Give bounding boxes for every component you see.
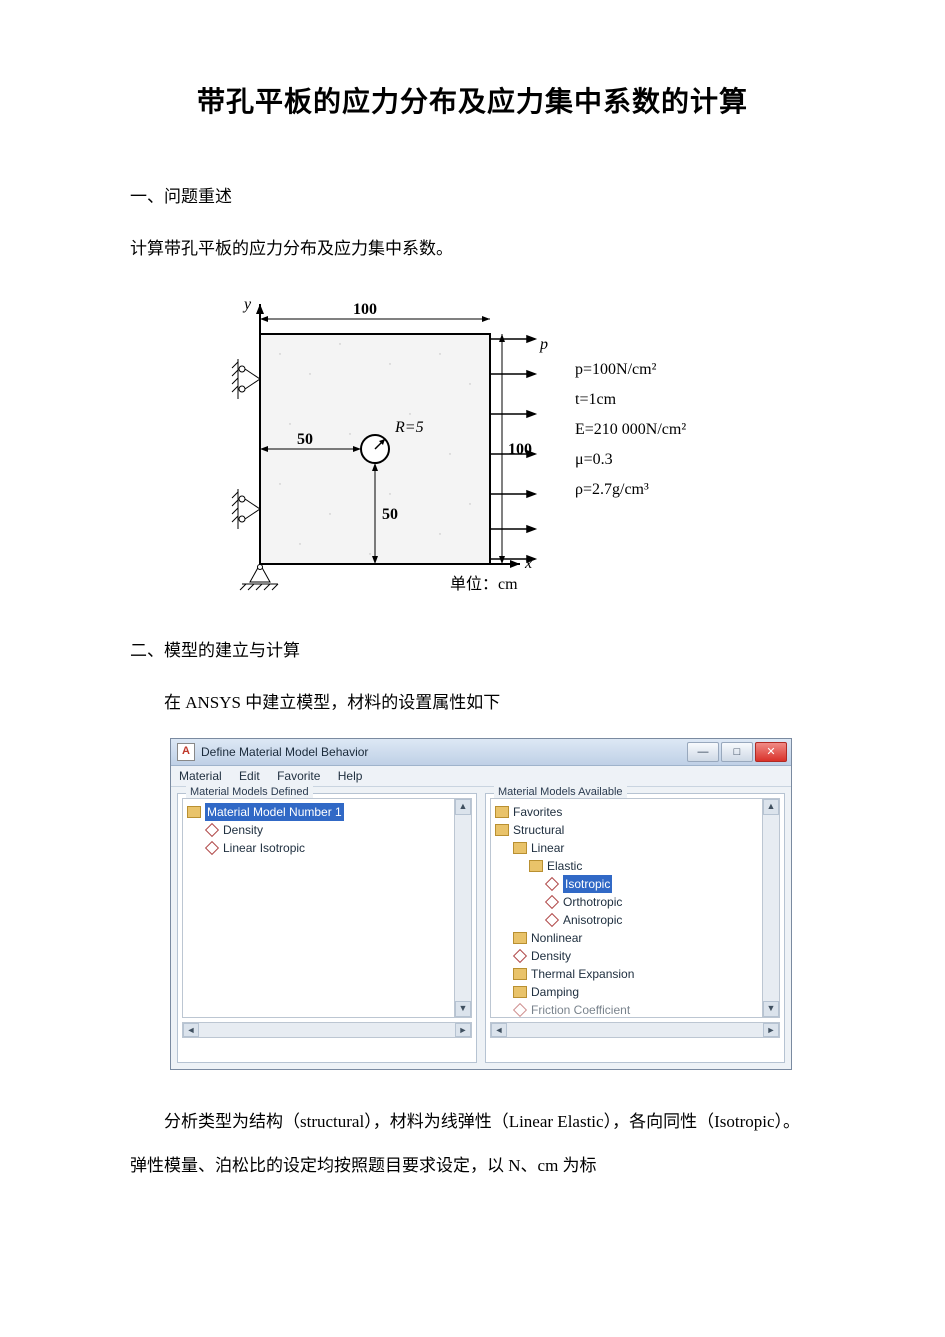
materials-defined-title: Material Models Defined [186, 786, 313, 798]
scroll-up-icon[interactable]: ▲ [763, 799, 779, 815]
folder-icon [513, 932, 527, 944]
left-dimension: 50 [297, 431, 313, 448]
horizontal-scrollbar[interactable]: ◄ ► [490, 1022, 780, 1038]
node-icon [545, 895, 559, 909]
tree-item-nonlinear[interactable]: Nonlinear [495, 929, 775, 947]
scroll-down-icon[interactable]: ▼ [763, 1001, 779, 1017]
unit-label: 单位：cm [450, 575, 518, 593]
menu-help[interactable]: Help [338, 769, 363, 783]
tree-item-label: Elastic [547, 857, 582, 875]
tree-item-label: Isotropic [563, 875, 612, 893]
tree-item-density[interactable]: Density [495, 947, 775, 965]
folder-icon [187, 806, 201, 818]
tree-item-label: Anisotropic [563, 911, 622, 929]
scroll-right-icon[interactable]: ► [763, 1023, 779, 1037]
scroll-right-icon[interactable]: ► [455, 1023, 471, 1037]
ansys-material-dialog: A Define Material Model Behavior — □ ✕ M… [170, 738, 792, 1070]
folder-icon [513, 986, 527, 998]
tree-item-material-1[interactable]: Material Model Number 1 [187, 803, 467, 821]
tree-item-thermal-expansion[interactable]: Thermal Expansion [495, 965, 775, 983]
close-button[interactable]: ✕ [755, 742, 787, 762]
param-E: E=210 000N/cm² [575, 421, 686, 438]
scroll-left-icon[interactable]: ◄ [183, 1023, 199, 1037]
menu-bar: Material Edit Favorite Help [171, 766, 791, 787]
tree-item-label: Favorites [513, 803, 562, 821]
tree-item-label: Damping [531, 983, 579, 1001]
menu-favorite[interactable]: Favorite [277, 769, 320, 783]
folder-icon [513, 968, 527, 980]
radius-label: R=5 [394, 419, 424, 436]
param-p: p=100N/cm² [575, 361, 657, 378]
paragraph-3: 分析类型为结构（structural），材料为线弹性（Linear Elasti… [130, 1100, 815, 1188]
node-icon [545, 877, 559, 891]
paragraph-2: 在 ANSYS 中建立模型，材料的设置属性如下 [130, 686, 815, 720]
tree-item-label: Friction Coefficient [531, 1001, 630, 1018]
node-icon [205, 841, 219, 855]
materials-available-listbox[interactable]: Favorites Structural Linear Elastic [490, 798, 780, 1018]
materials-available-title: Material Models Available [494, 786, 627, 798]
tree-item-linear[interactable]: Linear [495, 839, 775, 857]
param-mu: μ=0.3 [575, 451, 613, 468]
top-dimension: 100 [353, 301, 377, 318]
bottom-dimension: 50 [382, 506, 398, 523]
tree-item-label: Linear [531, 839, 564, 857]
materials-available-panel: Material Models Available Favorites Stru… [485, 793, 785, 1063]
section-heading-1: 一、问题重述 [130, 180, 815, 214]
section-heading-2: 二、模型的建立与计算 [130, 634, 815, 668]
tree-item-favorites[interactable]: Favorites [495, 803, 775, 821]
scroll-down-icon[interactable]: ▼ [455, 1001, 471, 1017]
tree-item-orthotropic[interactable]: Orthotropic [495, 893, 775, 911]
folder-icon [495, 824, 509, 836]
tree-item-label: Density [531, 947, 571, 965]
vertical-scrollbar[interactable]: ▲ ▼ [762, 799, 779, 1017]
node-icon [205, 823, 219, 837]
minimize-button[interactable]: — [687, 742, 719, 762]
tree-item-label: Orthotropic [563, 893, 622, 911]
param-t: t=1cm [575, 391, 617, 408]
app-icon: A [177, 743, 195, 761]
tree-item-label: Structural [513, 821, 564, 839]
tree-item-linear-isotropic[interactable]: Linear Isotropic [187, 839, 467, 857]
tree-item-friction[interactable]: Friction Coefficient [495, 1001, 775, 1018]
tree-item-damping[interactable]: Damping [495, 983, 775, 1001]
tree-item-structural[interactable]: Structural [495, 821, 775, 839]
materials-defined-panel: Material Models Defined Material Model N… [177, 793, 477, 1063]
menu-material[interactable]: Material [179, 769, 222, 783]
dialog-titlebar[interactable]: A Define Material Model Behavior — □ ✕ [171, 739, 791, 766]
tree-item-anisotropic[interactable]: Anisotropic [495, 911, 775, 929]
folder-icon [513, 842, 527, 854]
menu-edit[interactable]: Edit [239, 769, 260, 783]
paragraph-1: 计算带孔平板的应力分布及应力集中系数。 [130, 232, 815, 266]
materials-defined-listbox[interactable]: Material Model Number 1 Density Linear I… [182, 798, 472, 1018]
tree-item-label: Material Model Number 1 [205, 803, 344, 821]
folder-icon [495, 806, 509, 818]
node-icon [513, 949, 527, 963]
tree-item-label: Linear Isotropic [223, 839, 305, 857]
scroll-left-icon[interactable]: ◄ [491, 1023, 507, 1037]
load-label: p [539, 336, 548, 353]
tree-item-label: Density [223, 821, 263, 839]
y-axis-label: y [242, 296, 252, 313]
tree-item-isotropic[interactable]: Isotropic [495, 875, 775, 893]
horizontal-scrollbar[interactable]: ◄ ► [182, 1022, 472, 1038]
tree-item-elastic[interactable]: Elastic [495, 857, 775, 875]
vertical-scrollbar[interactable]: ▲ ▼ [454, 799, 471, 1017]
tree-item-label: Thermal Expansion [531, 965, 634, 983]
scroll-up-icon[interactable]: ▲ [455, 799, 471, 815]
tree-item-label: Nonlinear [531, 929, 582, 947]
node-icon [513, 1003, 527, 1017]
folder-icon [529, 860, 543, 872]
problem-diagram: R=5 x y 100 100 50 [190, 284, 815, 604]
node-icon [545, 913, 559, 927]
document-page: 带孔平板的应力分布及应力集中系数的计算 一、问题重述 计算带孔平板的应力分布及应… [0, 0, 945, 1337]
dialog-title: Define Material Model Behavior [201, 745, 687, 759]
param-rho: ρ=2.7g/cm³ [575, 481, 649, 498]
maximize-button[interactable]: □ [721, 742, 753, 762]
page-title: 带孔平板的应力分布及应力集中系数的计算 [130, 80, 815, 120]
tree-item-density[interactable]: Density [187, 821, 467, 839]
